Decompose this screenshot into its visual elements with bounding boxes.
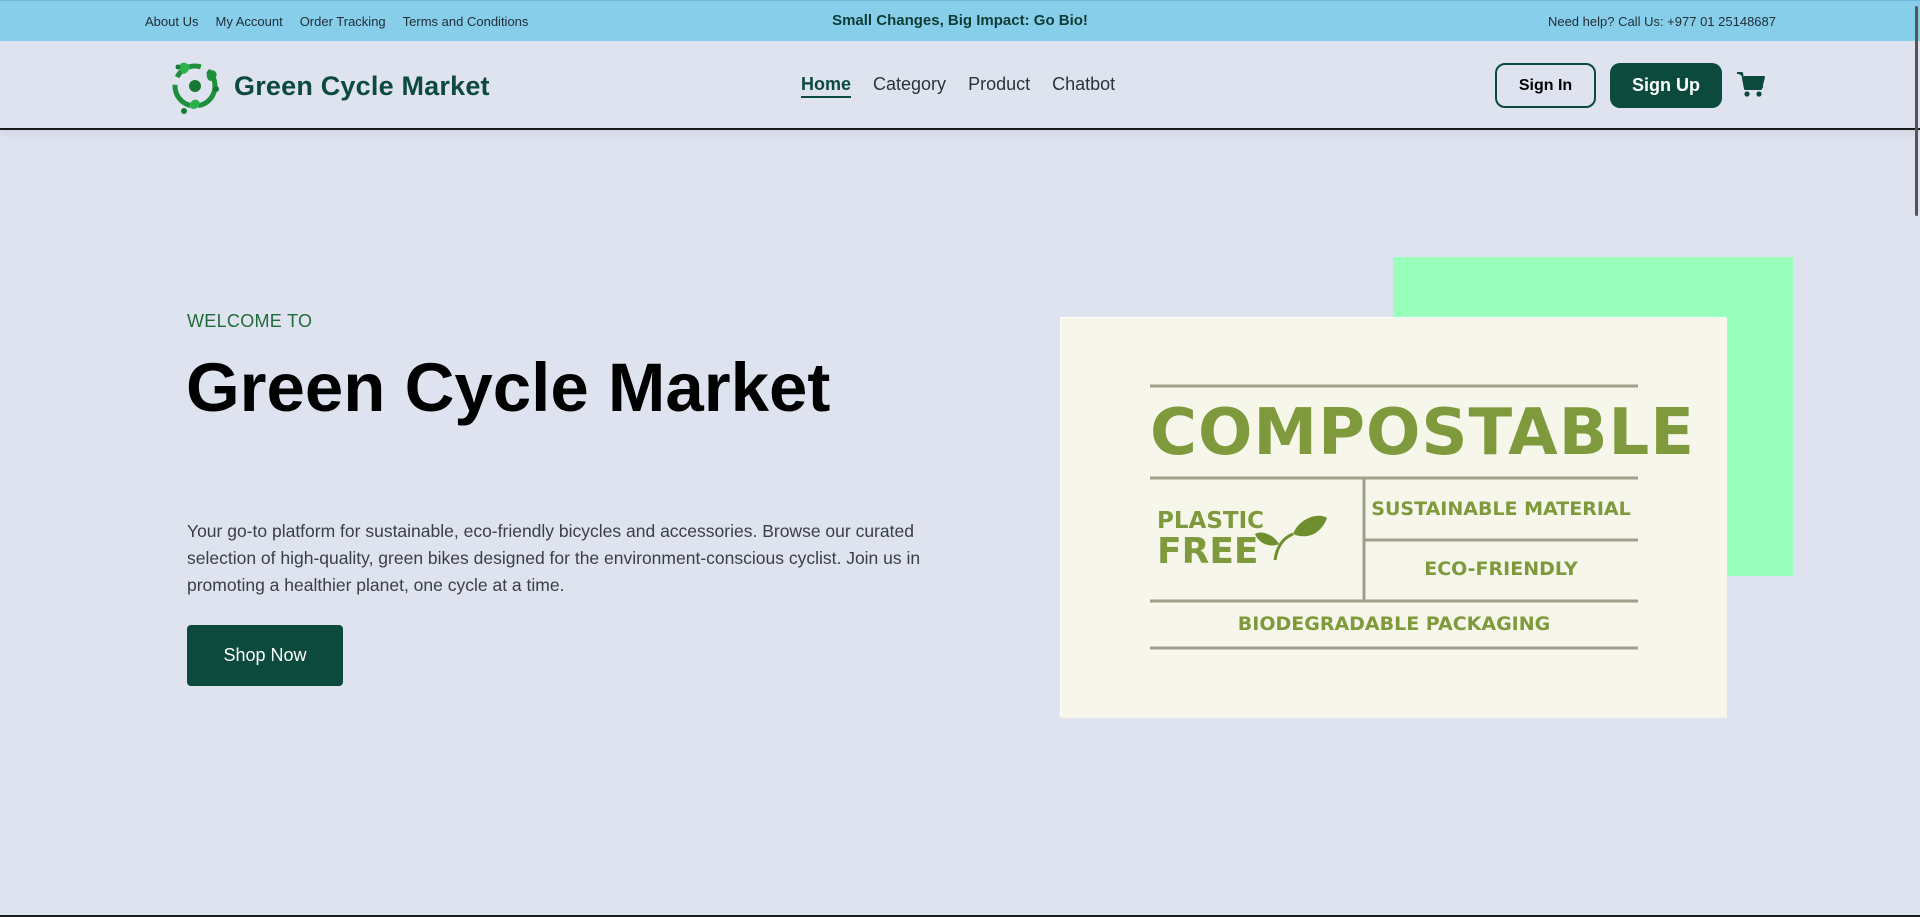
label-sustainable: SUSTAINABLE MATERIAL — [1371, 498, 1631, 520]
compostable-label-image: COMPOSTABLE PLASTIC FREE SUSTAINABLE MAT… — [1060, 317, 1727, 718]
top-bar: About Us My Account Order Tracking Terms… — [0, 0, 1920, 41]
label-free: FREE — [1157, 531, 1259, 572]
label-biodegradable: BIODEGRADABLE PACKAGING — [1237, 613, 1551, 635]
label-compostable: COMPOSTABLE — [1150, 396, 1695, 470]
help-phone: Need help? Call Us: +977 01 25148687 — [1547, 14, 1776, 29]
label-eco-friendly: ECO-FRIENDLY — [1424, 558, 1578, 580]
page-scrollbar[interactable] — [1910, 0, 1920, 917]
hero-description: Your go-to platform for sustainable, eco… — [187, 521, 921, 595]
nav-chatbot[interactable]: Chatbot — [1052, 74, 1115, 98]
shopping-cart-icon[interactable] — [1736, 71, 1766, 99]
sign-in-button[interactable]: Sign In — [1495, 63, 1596, 108]
main-nav: Home Category Product Chatbot — [801, 74, 1115, 98]
sign-up-button[interactable]: Sign Up — [1610, 63, 1722, 108]
hero-welcome: WELCOME TO — [187, 311, 313, 331]
shop-now-button[interactable]: Shop Now — [187, 625, 343, 686]
scrollbar-thumb[interactable] — [1915, 6, 1918, 216]
hero-title: Green Cycle Market — [186, 349, 831, 426]
nav-product[interactable]: Product — [968, 74, 1030, 98]
main-header: Green Cycle Market Home Category Product… — [0, 41, 1920, 130]
nav-category[interactable]: Category — [873, 74, 946, 98]
brand-name: Green Cycle Market — [234, 70, 490, 101]
nav-home[interactable]: Home — [801, 74, 852, 98]
logo[interactable]: Green Cycle Market — [164, 55, 490, 117]
leaf-logo-icon — [172, 62, 219, 114]
